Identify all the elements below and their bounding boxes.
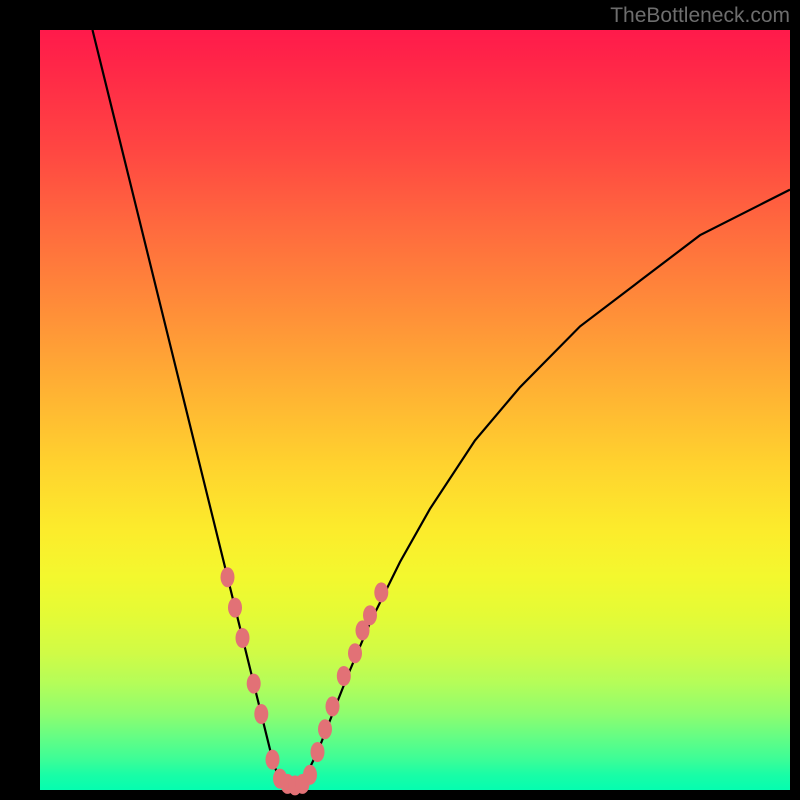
marker-dot (337, 666, 351, 686)
marker-dot (254, 704, 268, 724)
marker-dot (326, 696, 340, 716)
marker-dot (221, 567, 235, 587)
marker-dot (311, 742, 325, 762)
outer-frame: TheBottleneck.com (0, 0, 800, 800)
marker-dot (348, 643, 362, 663)
curve-left-branch (93, 30, 281, 782)
curve-right-branch (303, 190, 791, 783)
marker-dot (236, 628, 250, 648)
marker-dot (318, 719, 332, 739)
marker-dot (266, 750, 280, 770)
marker-dot (247, 674, 261, 694)
marker-dot (228, 598, 242, 618)
watermark-text: TheBottleneck.com (610, 4, 790, 28)
chart-svg (40, 30, 790, 790)
marker-dot (363, 605, 377, 625)
marker-dot (374, 582, 388, 602)
marker-dot (303, 765, 317, 785)
chart-markers (221, 567, 389, 795)
chart-plot-area (40, 30, 790, 790)
